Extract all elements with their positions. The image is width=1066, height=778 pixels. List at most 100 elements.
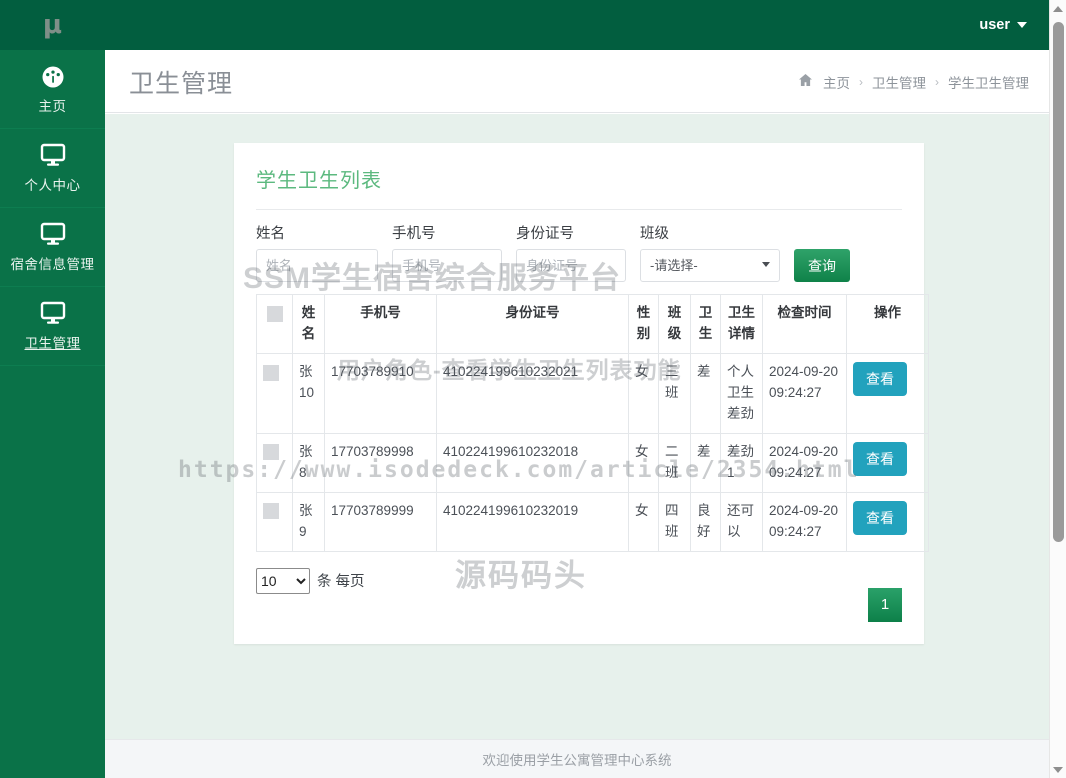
cell-sex: 女 xyxy=(628,353,659,434)
sidebar: μ 主页 个人中心 宿舍信息管理 卫生管理 xyxy=(0,0,105,778)
cell-idcard: 410224199610232021 xyxy=(436,353,629,434)
search-input-phone[interactable] xyxy=(392,249,502,283)
sidebar-item-label: 主页 xyxy=(38,99,67,114)
user-menu-label: user xyxy=(979,17,1010,33)
monitor-icon xyxy=(4,300,101,328)
per-page-select[interactable]: 10 xyxy=(256,567,310,594)
user-menu-button[interactable]: user xyxy=(979,0,1027,50)
table-header-row: 姓名 手机号 身份证号 性别 班级 卫生 卫生详情 检查时间 操作 xyxy=(256,294,929,355)
search-select-class[interactable]: -请选择- xyxy=(640,249,780,283)
phone-label: 手机号 xyxy=(392,226,436,242)
breadcrumb-item-current: 学生卫生管理 xyxy=(948,75,1029,91)
class-label: 班级 xyxy=(640,226,669,242)
page-title: 卫生管理 xyxy=(129,69,234,98)
cell-sex: 女 xyxy=(628,491,659,552)
page-footer: 欢迎使用学生公寓管理中心系统 xyxy=(105,739,1049,778)
cell-name: 张10 xyxy=(292,353,325,434)
cell-actions: 查看 xyxy=(846,491,929,552)
page-number-button[interactable]: 1 xyxy=(868,587,902,622)
column-header-hygiene: 卫生 xyxy=(690,294,721,355)
search-field-class: 班级 -请选择- xyxy=(640,226,780,283)
table-row: 张10 17703789910 410224199610232021 女 三班 … xyxy=(256,353,929,434)
cell-name: 张8 xyxy=(292,433,325,493)
row-select-cell xyxy=(256,491,293,552)
sidebar-item-label: 个人中心 xyxy=(24,178,81,193)
cell-hygiene-detail: 还可以 xyxy=(720,491,763,552)
scrollbar-thumb[interactable] xyxy=(1053,22,1064,542)
cell-actions: 查看 xyxy=(846,353,929,434)
scroll-up-arrow-icon[interactable] xyxy=(1050,0,1066,17)
dashboard-icon xyxy=(4,63,101,91)
cell-phone: 17703789999 xyxy=(324,491,437,552)
breadcrumb-item-home[interactable]: 主页 xyxy=(823,72,850,92)
row-select-cell xyxy=(256,353,293,434)
page-scrollbar[interactable] xyxy=(1049,0,1066,778)
column-header-check-time: 检查时间 xyxy=(762,294,847,355)
sidebar-item-personal-center[interactable]: 个人中心 xyxy=(0,129,105,208)
top-bar: user xyxy=(105,0,1049,50)
search-submit-button[interactable]: 查询 xyxy=(794,249,850,283)
cell-hygiene-detail: 差劲1 xyxy=(720,433,763,493)
breadcrumb-item-hygiene[interactable]: 卫生管理 xyxy=(872,72,926,92)
row-select-cell xyxy=(256,433,293,493)
cell-hygiene: 良好 xyxy=(690,491,721,552)
student-hygiene-card: 学生卫生列表 姓名 手机号 身份证号 班级 xyxy=(234,143,929,644)
cell-idcard: 410224199610232019 xyxy=(436,491,629,552)
cell-hygiene: 差 xyxy=(690,353,721,434)
view-button[interactable]: 查看 xyxy=(853,442,907,476)
column-header-phone: 手机号 xyxy=(324,294,437,355)
cell-check-time: 2024-09-20 09:24:27 xyxy=(762,433,847,493)
search-field-name: 姓名 xyxy=(256,226,378,283)
class-select-wrap: -请选择- xyxy=(640,249,780,283)
column-header-name: 姓名 xyxy=(292,294,325,355)
sidebar-item-label: 宿舍信息管理 xyxy=(10,257,95,272)
sidebar-item-home[interactable]: 主页 xyxy=(0,50,105,129)
name-label: 姓名 xyxy=(256,226,285,242)
cell-actions: 查看 xyxy=(846,433,929,493)
monitor-icon xyxy=(4,221,101,249)
per-page-control: 10 条 每页 xyxy=(256,567,365,594)
sidebar-item-dorm-info[interactable]: 宿舍信息管理 xyxy=(0,208,105,287)
table-row: 张8 17703789998 410224199610232018 女 二班 差… xyxy=(256,433,929,493)
cell-check-time: 2024-09-20 09:24:27 xyxy=(762,353,847,434)
breadcrumb: 主页 › 卫生管理 › 学生卫生管理 xyxy=(799,50,1029,113)
cell-sex: 女 xyxy=(628,433,659,493)
row-checkbox[interactable] xyxy=(263,364,279,381)
select-all-checkbox[interactable] xyxy=(266,305,283,322)
cell-phone: 17703789998 xyxy=(324,433,437,493)
scroll-down-arrow-icon[interactable] xyxy=(1050,761,1066,778)
idcard-label: 身份证号 xyxy=(516,226,574,242)
column-header-idcard: 身份证号 xyxy=(436,294,629,355)
logo-glyph: μ xyxy=(42,10,63,40)
column-header-actions: 操作 xyxy=(846,294,929,355)
view-button[interactable]: 查看 xyxy=(853,500,907,535)
title-bar: 卫生管理 主页 › 卫生管理 › 学生卫生管理 xyxy=(105,50,1049,113)
card-title: 学生卫生列表 xyxy=(256,143,902,210)
search-input-idcard[interactable] xyxy=(516,249,626,283)
sidebar-item-hygiene-management[interactable]: 卫生管理 xyxy=(0,287,105,366)
column-header-class: 班级 xyxy=(658,294,691,355)
per-page-suffix-label: 条 每页 xyxy=(317,574,365,591)
search-field-idcard: 身份证号 xyxy=(516,226,626,283)
content-area: 学生卫生列表 姓名 手机号 身份证号 班级 xyxy=(105,114,1049,739)
column-header-sex: 性别 xyxy=(628,294,659,355)
view-button[interactable]: 查看 xyxy=(853,362,907,397)
monitor-icon xyxy=(4,142,101,170)
table-row: 张9 17703789999 410224199610232019 女 四班 良… xyxy=(256,491,929,552)
select-all-header xyxy=(256,294,293,355)
cell-class: 三班 xyxy=(658,353,691,434)
cell-class: 二班 xyxy=(658,433,691,493)
sidebar-item-label: 卫生管理 xyxy=(24,336,81,351)
cell-name: 张9 xyxy=(292,491,325,552)
app-logo[interactable]: μ xyxy=(0,0,105,50)
cell-phone: 17703789910 xyxy=(324,353,437,434)
app-viewport: μ 主页 个人中心 宿舍信息管理 卫生管理 user 卫生管理 主页 › 卫生管… xyxy=(0,0,1066,778)
row-checkbox[interactable] xyxy=(263,444,279,461)
pagination-bar: 10 条 每页 1 xyxy=(256,552,902,622)
search-input-name[interactable] xyxy=(256,249,378,283)
cell-hygiene: 差 xyxy=(690,433,721,493)
home-icon xyxy=(799,74,812,89)
row-checkbox[interactable] xyxy=(263,503,279,520)
footer-text: 欢迎使用学生公寓管理中心系统 xyxy=(482,753,672,768)
breadcrumb-separator: › xyxy=(859,74,863,89)
